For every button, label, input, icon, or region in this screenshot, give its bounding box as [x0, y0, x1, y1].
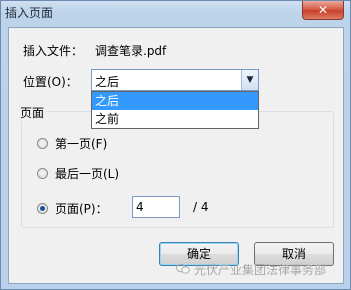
- close-button[interactable]: ✕: [302, 1, 344, 20]
- title-bar[interactable]: 插入页面 ✕: [1, 1, 350, 27]
- chevron-down-icon[interactable]: ▼: [241, 70, 258, 90]
- dialog-title: 插入页面: [5, 6, 54, 20]
- close-icon: ✕: [317, 3, 329, 17]
- last-page-radio[interactable]: [37, 168, 48, 179]
- insert-page-dialog: 插入页面 ✕ 插入文件： 调查笔录.pdf 位置(O)： 之后 ▼ 之后 之前 …: [0, 0, 351, 290]
- page-group-title: 页面: [17, 104, 48, 121]
- dialog-body: 插入文件： 调查笔录.pdf 位置(O)： 之后 ▼ 之后 之前 页面 第一页(…: [8, 27, 344, 284]
- first-page-radio[interactable]: [37, 138, 48, 149]
- position-label: 位置(O)：: [23, 75, 78, 89]
- last-page-label[interactable]: 最后一页(L): [55, 165, 119, 182]
- page-number-value: 4: [136, 200, 144, 214]
- wechat-icon: [176, 263, 190, 274]
- dropdown-option-before[interactable]: 之前: [92, 110, 258, 128]
- position-select[interactable]: 之后 ▼: [91, 69, 259, 91]
- watermark-text: 光伏产业集团法律事务部: [194, 263, 327, 277]
- insert-file-label: 插入文件：: [23, 44, 84, 58]
- insert-file-name: 调查笔录.pdf: [95, 44, 167, 58]
- first-page-label[interactable]: 第一页(F): [55, 135, 107, 152]
- page-number-radio[interactable]: [37, 203, 48, 214]
- page-number-input[interactable]: 4: [132, 196, 180, 218]
- position-dropdown-list: 之后 之前: [91, 91, 259, 129]
- page-number-label[interactable]: 页面(P)：: [55, 200, 108, 217]
- dropdown-option-after[interactable]: 之后: [92, 92, 258, 110]
- position-select-value: 之后: [95, 75, 120, 89]
- total-pages: / 4: [193, 200, 209, 214]
